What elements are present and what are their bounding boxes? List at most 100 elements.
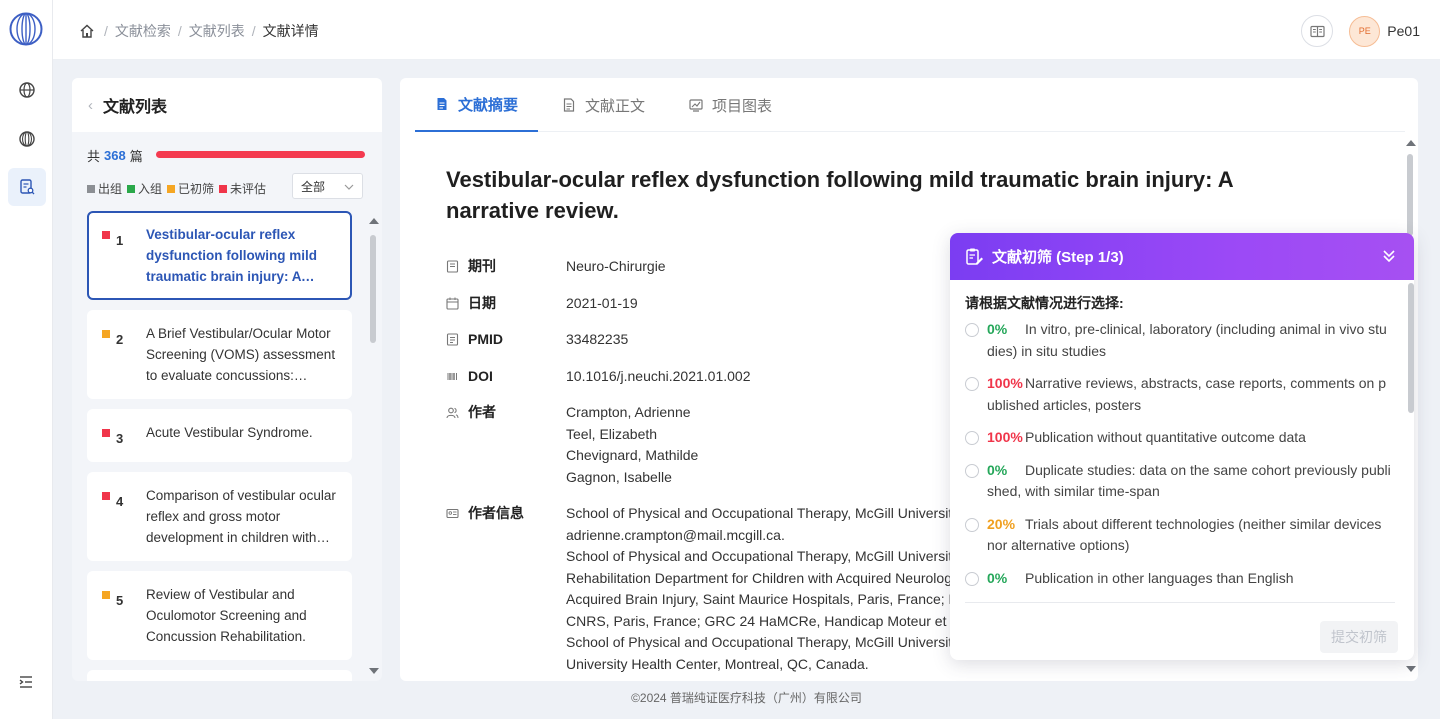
screening-option[interactable]: 100% Publication without quantitative out… [965, 427, 1393, 449]
document-cards: 1 Vestibular-ocular reflex dysfunction fo… [87, 211, 352, 681]
list-title: 文献列表 [103, 99, 168, 116]
card-number: 5 [116, 593, 124, 608]
screening-option[interactable]: 0% In vitro, pre-clinical, laboratory (in… [965, 319, 1393, 362]
radio-button[interactable] [965, 463, 979, 478]
option-percent: 100% [987, 429, 1023, 445]
count-number: 368 [104, 148, 126, 163]
card-number: 1 [116, 233, 124, 248]
status-filter-select[interactable]: 全部 [292, 173, 363, 199]
option-text-wrap: 0% Publication in other languages than En… [987, 568, 1393, 590]
radio-button[interactable] [965, 571, 979, 586]
breadcrumb-list[interactable]: 文献列表 [189, 21, 245, 41]
app-logo[interactable] [9, 12, 43, 46]
card-badge: 1 [102, 224, 146, 287]
card-title: Comparison of vestibular ocular reflex a… [146, 488, 336, 545]
tab-charts[interactable]: 项目图表 [669, 78, 792, 132]
legend-swatch [127, 184, 136, 193]
legend-item: 入组 [127, 180, 162, 197]
card-number: 4 [116, 494, 124, 509]
legend-label: 已初筛 [178, 182, 215, 196]
legend-swatch [167, 184, 176, 193]
document-card[interactable]: 2 A Brief Vestibular/Ocular Motor Screeni… [87, 310, 352, 399]
radio-button[interactable] [965, 377, 979, 391]
tab-label: 项目图表 [712, 97, 773, 115]
screening-title: 文献初筛 (Step 1/3) [992, 249, 1124, 266]
radio-button[interactable] [965, 517, 979, 532]
id-card-icon [446, 508, 459, 519]
avatar[interactable]: PE [1349, 15, 1381, 47]
scroll-down-arrow-icon[interactable] [369, 668, 379, 674]
tab-abstract[interactable]: 文献摘要 [415, 78, 539, 132]
tab-fulltext[interactable]: 文献正文 [542, 78, 665, 132]
menu-collapse-icon[interactable] [18, 674, 34, 690]
legend-label: 入组 [138, 182, 163, 196]
option-text-wrap: 100% Publication without quantitative out… [987, 427, 1393, 449]
scrollbar-thumb[interactable] [1407, 154, 1413, 236]
users-icon [446, 407, 459, 419]
count-suffix: 篇 [129, 149, 143, 164]
authors-label: 作者 [468, 404, 496, 420]
screening-option[interactable]: 0% Duplicate studies: data on the same co… [965, 460, 1393, 503]
option-label: Publication in other languages than Engl… [1025, 569, 1294, 586]
screening-option[interactable]: 20% Trials about different technologies (… [965, 514, 1393, 557]
radio-button[interactable] [965, 323, 979, 337]
document-card[interactable]: 6Gaze stabilisation exercises in ... [87, 670, 352, 681]
screening-panel: 文献初筛 (Step 1/3) 请根据文献情况进行选择: 0% In vitro,… [950, 233, 1414, 660]
chevron-down-icon [344, 184, 354, 190]
side-rail [0, 0, 53, 719]
guide-button[interactable] [1301, 15, 1334, 47]
id-icon [446, 333, 459, 346]
detail-tabs: 文献摘要 文献正文 项目图表 [415, 78, 1405, 132]
doi-label: DOI [468, 367, 493, 384]
screening-option[interactable]: 0% Publication in other languages than En… [965, 568, 1393, 590]
scroll-up-arrow-icon[interactable] [369, 218, 379, 224]
document-search-icon [20, 179, 35, 195]
pmid-label: PMID [468, 331, 503, 347]
breadcrumb-search[interactable]: 文献检索 [115, 21, 171, 41]
user-name[interactable]: Pe01 [1387, 23, 1420, 39]
document-card[interactable]: 1 Vestibular-ocular reflex dysfunction fo… [87, 211, 352, 300]
scrollbar-thumb[interactable] [370, 235, 376, 343]
option-text-wrap: 0% Duplicate studies: data on the same co… [987, 460, 1393, 503]
breadcrumb: / 文献检索 / 文献列表 / 文献详情 [79, 21, 319, 41]
legend-label: 未评估 [230, 182, 267, 196]
scroll-down-arrow-icon[interactable] [1406, 666, 1416, 672]
option-text-wrap: 100% Narrative reviews, abstracts, case r… [987, 373, 1393, 416]
list-scrollbar[interactable] [369, 218, 379, 678]
top-header: / 文献检索 / 文献列表 / 文献详情 PE Pe01 [53, 0, 1440, 60]
status-square [102, 429, 110, 437]
nav-documents[interactable] [8, 168, 46, 206]
back-chevron-icon[interactable]: ‹ [88, 97, 93, 114]
document-card[interactable]: 5 Review of Vestibular and Oculomotor Scr… [87, 571, 352, 660]
card-title: Review of Vestibular and Oculomotor Scre… [146, 587, 307, 644]
double-chevron-down-icon[interactable] [1382, 248, 1396, 264]
chart-icon [689, 99, 703, 112]
journal-label: 期刊 [468, 258, 496, 274]
status-square [102, 492, 110, 500]
document-card[interactable]: 4 Comparison of vestibular ocular reflex … [87, 472, 352, 561]
home-icon[interactable] [79, 23, 95, 39]
scroll-up-arrow-icon[interactable] [1406, 140, 1416, 146]
screening-scrollbar[interactable] [1408, 283, 1414, 613]
legend-item: 已初筛 [167, 180, 214, 197]
document-card[interactable]: 3 Acute Vestibular Syndrome. [87, 409, 352, 462]
screening-option[interactable]: 100% Narrative reviews, abstracts, case r… [965, 373, 1393, 416]
scrollbar-thumb[interactable] [1408, 283, 1414, 413]
nav-globe[interactable] [8, 71, 46, 109]
submit-screening-button[interactable]: 提交初筛 [1320, 621, 1398, 653]
legend-swatch [87, 184, 95, 193]
option-label: Duplicate studies: data on the same coho… [987, 461, 1391, 500]
radio-button[interactable] [965, 431, 979, 445]
option-label: Narrative reviews, abstracts, case repor… [987, 375, 1387, 413]
document-count: 共 368 篇 [87, 146, 143, 165]
option-percent: 0% [987, 569, 1008, 586]
option-text-wrap: 0% In vitro, pre-clinical, laboratory (in… [987, 319, 1393, 362]
option-percent: 100% [987, 375, 1023, 391]
legend-label: 出组 [98, 182, 123, 196]
screening-options: 0% In vitro, pre-clinical, laboratory (in… [965, 319, 1393, 600]
breadcrumb-current: 文献详情 [262, 23, 319, 39]
nav-sphere[interactable] [8, 120, 46, 158]
card-badge: 2 [102, 323, 146, 386]
card-badge: 5 [102, 584, 146, 647]
card-title: Acute Vestibular Syndrome. [146, 425, 313, 440]
